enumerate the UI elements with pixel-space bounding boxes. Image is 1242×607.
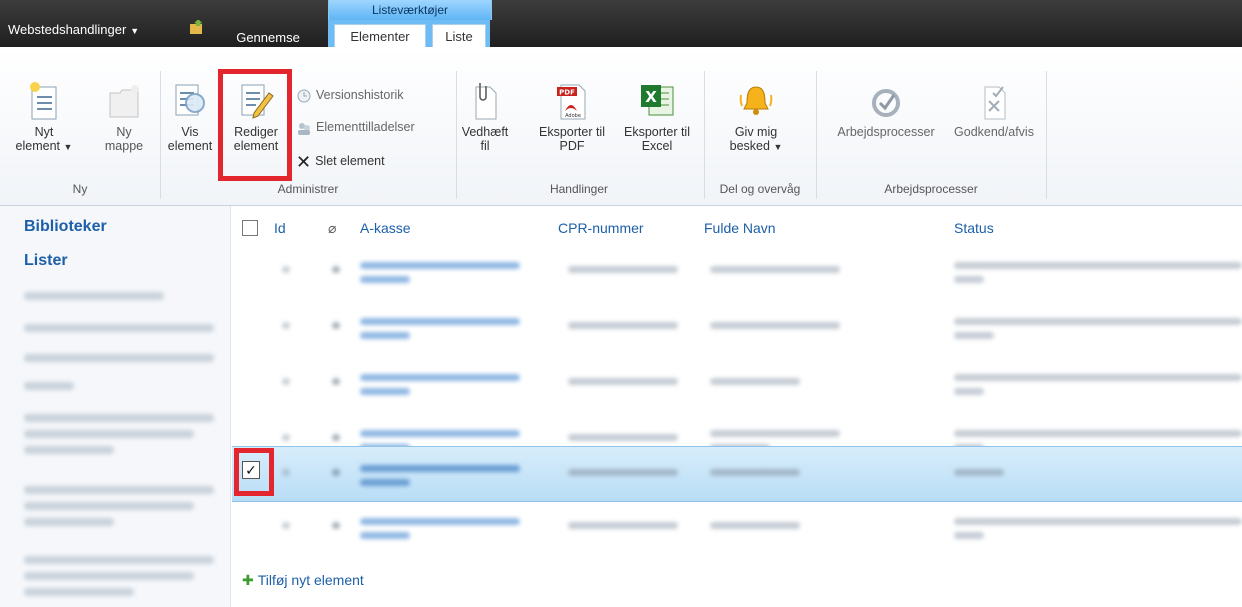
add-new-item-label: Tilføj nyt element [257, 572, 364, 588]
version-history-icon [297, 89, 311, 103]
group-label-actions: Handlinger [549, 182, 609, 196]
group-label-manage: Administrer [277, 182, 339, 196]
ribbon: Nyt element ▼ Ny mappe Ny Vis element Re… [0, 47, 1242, 206]
alert-me-label-1: Giv mig [734, 125, 778, 139]
version-history-button[interactable]: Versionshistorik [296, 85, 404, 105]
column-header-status[interactable]: Status [954, 220, 994, 236]
table-row[interactable] [232, 358, 1242, 414]
delete-item-button[interactable]: ✕ Slet element [296, 151, 385, 172]
export-pdf-button[interactable]: PDF Adobe Eksporter til PDF [532, 81, 612, 153]
delete-item-label: Slet element [315, 154, 385, 168]
new-folder-label-1: Ny [116, 125, 132, 139]
site-actions-label: Webstedshandlinger [8, 22, 127, 37]
nav-item-blurred[interactable] [24, 556, 214, 564]
alert-me-label-2: besked [729, 139, 770, 153]
contextual-tab-group-list-tools: Listeværktøjer [328, 0, 492, 20]
column-header-cpr[interactable]: CPR-nummer [558, 220, 644, 236]
nav-item-blurred[interactable] [24, 382, 74, 390]
view-item-label-1: Vis [181, 125, 199, 139]
table-row-selected[interactable]: ✓ [232, 446, 1242, 502]
item-permissions-button[interactable]: Elementtilladelser [296, 117, 415, 137]
tab-browse[interactable]: Gennemse [213, 28, 323, 47]
nav-item-blurred[interactable] [24, 486, 214, 494]
nav-item-blurred[interactable] [24, 518, 114, 526]
attachment-column-icon: ⌀ [328, 220, 337, 236]
ribbon-separator [1046, 71, 1047, 199]
highlight-selected-checkbox [234, 448, 274, 496]
bell-icon [739, 86, 773, 115]
export-excel-label-2: Excel [641, 139, 673, 153]
nav-lists[interactable]: Lister [24, 252, 68, 270]
svg-text:X: X [645, 88, 657, 106]
table-row[interactable] [232, 502, 1242, 558]
list-view: Id ⌀ A-kasse CPR-nummer Fulde Navn Statu… [232, 206, 1242, 607]
attach-file-button[interactable]: Vedhæft fil [460, 81, 510, 153]
top-bar [0, 0, 1242, 47]
nav-item-blurred[interactable] [24, 292, 164, 300]
plus-icon: ✚ [242, 572, 254, 588]
caret-down-icon: ▼ [130, 26, 140, 36]
pdf-icon: PDF Adobe [557, 84, 586, 120]
nav-item-blurred[interactable] [24, 430, 194, 438]
attach-file-icon [475, 83, 497, 120]
add-new-item-link[interactable]: ✚ Tilføj nyt element [242, 572, 364, 589]
left-navigation: Biblioteker Lister [0, 206, 231, 607]
column-header-a-kasse[interactable]: A-kasse [360, 220, 411, 236]
nav-item-blurred[interactable] [24, 572, 194, 580]
select-all-checkbox[interactable] [242, 220, 258, 236]
approve-reject-icon [984, 86, 1006, 120]
column-header-full-name[interactable]: Fulde Navn [704, 220, 776, 236]
approve-reject-button[interactable]: Godkend/afvis [950, 81, 1038, 139]
view-item-label-2: element [167, 139, 213, 153]
new-folder-label-2: mappe [104, 139, 144, 153]
nav-libraries[interactable]: Biblioteker [24, 218, 107, 236]
excel-icon: X [641, 85, 674, 116]
nav-item-blurred[interactable] [24, 588, 134, 596]
workflows-label: Arbejdsprocesser [837, 125, 935, 139]
nav-item-blurred[interactable] [24, 324, 214, 332]
table-row[interactable] [232, 246, 1242, 302]
nav-item-blurred[interactable] [24, 414, 214, 422]
item-permissions-label: Elementtilladelser [316, 120, 415, 134]
new-item-label-2: element [15, 139, 61, 153]
workflow-icon [872, 89, 900, 117]
tab-items[interactable]: Elementer [334, 24, 426, 48]
new-item-label-1: Nyt [34, 125, 54, 139]
export-pdf-label-2: PDF [559, 139, 585, 153]
new-folder-button[interactable]: Ny mappe [96, 81, 152, 153]
adobe-text: Adobe [565, 113, 581, 119]
group-label-workflows: Arbejdsprocesser [884, 182, 978, 196]
workflows-button[interactable]: Arbejdsprocesser [826, 81, 946, 139]
caret-down-icon: ▼ [773, 142, 783, 152]
table-row[interactable] [232, 302, 1242, 358]
nav-item-blurred[interactable] [24, 354, 214, 362]
group-label-new: Ny [72, 182, 88, 196]
tab-list[interactable]: Liste [432, 24, 486, 48]
approve-reject-label: Godkend/afvis [954, 125, 1034, 139]
navigate-up-icon[interactable] [190, 20, 206, 34]
site-actions-menu[interactable]: Webstedshandlinger ▼ [8, 22, 139, 37]
attach-file-label-1: Vedhæft [461, 125, 509, 139]
alert-me-button[interactable]: Giv mig besked ▼ [716, 81, 796, 154]
nav-item-blurred[interactable] [24, 446, 114, 454]
view-item-button[interactable]: Vis element [160, 81, 220, 153]
nav-item-blurred[interactable] [24, 502, 194, 510]
pdf-badge-text: PDF [559, 89, 575, 97]
highlight-edit-item [218, 69, 292, 181]
column-header-id[interactable]: Id [274, 220, 286, 236]
new-item-icon [30, 82, 57, 120]
view-item-icon [175, 84, 205, 116]
delete-x-icon: ✕ [296, 151, 312, 172]
new-folder-icon [109, 85, 139, 118]
export-pdf-label-1: Eksporter til [539, 125, 605, 139]
permissions-icon [298, 122, 310, 135]
export-excel-button[interactable]: X Eksporter til Excel [612, 81, 702, 153]
export-excel-label-1: Eksporter til [624, 125, 690, 139]
attach-file-label-2: fil [480, 139, 490, 153]
new-item-button[interactable]: Nyt element ▼ [14, 81, 74, 154]
caret-down-icon: ▼ [63, 142, 73, 152]
version-history-label: Versionshistorik [316, 88, 404, 102]
group-label-share: Del og overvåg [719, 182, 801, 196]
